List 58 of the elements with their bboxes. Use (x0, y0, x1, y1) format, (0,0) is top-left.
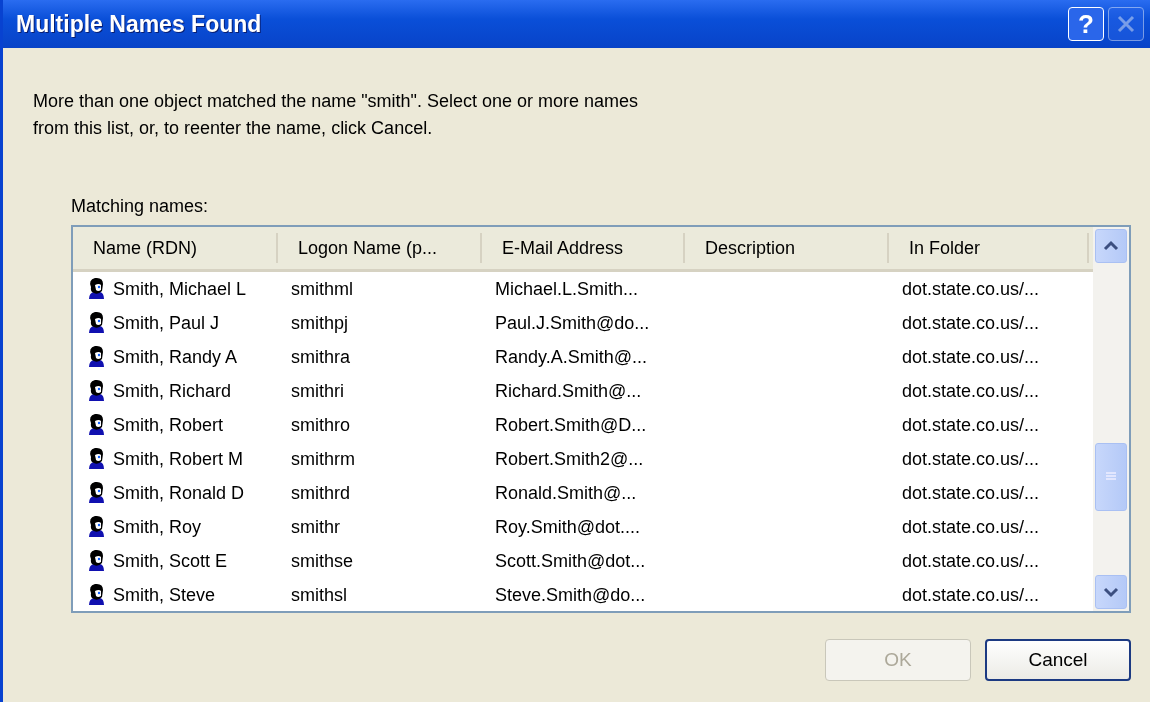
column-header[interactable]: In Folder (889, 233, 1089, 263)
table-cell: Smith, Richard (113, 380, 232, 402)
table-cell: Michael.L.Smith... (495, 278, 639, 300)
table-cell: Smith, Michael L (113, 278, 247, 300)
table-cell: dot.state.co.us/... (902, 550, 1040, 572)
table-cell: smithri (291, 380, 344, 402)
column-header[interactable]: Name (RDN) (73, 233, 278, 263)
table-cell: Ronald.Smith@... (495, 482, 637, 504)
window-title: Multiple Names Found (16, 10, 262, 38)
scroll-thumb[interactable] (1095, 443, 1127, 511)
table-cell: Paul.J.Smith@do... (495, 312, 650, 334)
table-cell: Robert.Smith2@... (495, 448, 644, 470)
table-cell: dot.state.co.us/... (902, 448, 1040, 470)
table-cell: dot.state.co.us/... (902, 312, 1040, 334)
table-cell: Smith, Steve (113, 584, 216, 606)
table-cell: Richard.Smith@... (495, 380, 642, 402)
table-cell: Smith, Paul J (113, 312, 220, 334)
column-header[interactable]: Logon Name (p... (278, 233, 482, 263)
table-cell: Robert.Smith@D... (495, 414, 647, 436)
scrollbar[interactable] (1093, 227, 1129, 611)
table-cell: dot.state.co.us/... (902, 516, 1040, 538)
table-cell: smithse (291, 550, 353, 572)
cancel-button[interactable]: Cancel (985, 639, 1131, 681)
table-cell: Smith, Ronald D (113, 482, 245, 504)
table-cell: dot.state.co.us/... (902, 584, 1040, 606)
table-cell: Smith, Robert (113, 414, 224, 436)
list-label: Matching names: (71, 196, 209, 217)
column-header[interactable]: Description (685, 233, 889, 263)
scroll-up-button[interactable] (1095, 229, 1127, 263)
table-cell: Smith, Randy A (113, 346, 238, 368)
scroll-down-button[interactable] (1095, 575, 1127, 609)
table-cell: dot.state.co.us/... (902, 278, 1040, 300)
table-cell: smithr (291, 516, 340, 538)
column-header[interactable]: E-Mail Address (482, 233, 685, 263)
table-cell: dot.state.co.us/... (902, 414, 1040, 436)
close-icon (1115, 13, 1137, 35)
table-cell: smithpj (291, 312, 348, 334)
message-text: More than one object matched the name "smith". Select one or more names from this list, or, to reenter the name, click Cancel. (33, 90, 640, 140)
table-cell: Scott.Smith@dot... (495, 550, 646, 572)
table-cell: smithsl (291, 584, 347, 606)
help-button[interactable]: ? (1068, 7, 1104, 41)
table-cell: dot.state.co.us/... (902, 346, 1040, 368)
table-cell: Roy.Smith@dot.... (495, 516, 640, 538)
chevron-down-icon (1103, 586, 1119, 598)
table-cell: smithml (291, 278, 353, 300)
table-cell: dot.state.co.us/... (902, 380, 1040, 402)
grip-icon (1105, 472, 1117, 482)
table-cell: smithro (291, 414, 350, 436)
table-cell: smithrd (291, 482, 350, 504)
table-cell: Randy.A.Smith@... (495, 346, 647, 368)
table-cell: Smith, Robert M (113, 448, 244, 470)
table-cell: Smith, Scott E (113, 550, 228, 572)
chevron-up-icon (1103, 240, 1119, 252)
table-cell: dot.state.co.us/... (902, 482, 1040, 504)
table-cell: smithrm (291, 448, 355, 470)
table-cell: Steve.Smith@do... (495, 584, 646, 606)
table-cell: smithra (291, 346, 350, 368)
table-cell: Smith, Roy (113, 516, 202, 538)
